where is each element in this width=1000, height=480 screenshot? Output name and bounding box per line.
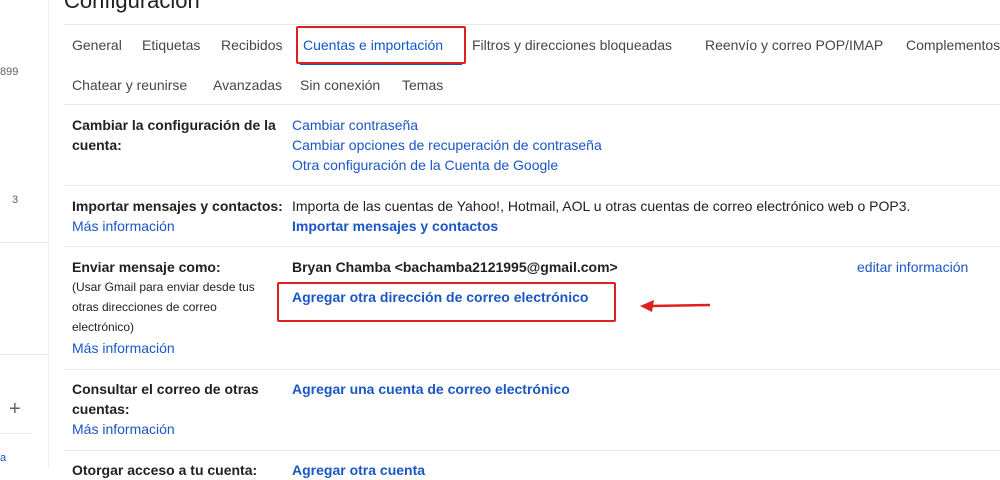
- tab-recibidos[interactable]: Recibidos: [221, 37, 282, 53]
- import-messages-contacts-link[interactable]: Importar mensajes y contactos: [292, 216, 498, 236]
- tab-reenvio-pop-imap[interactable]: Reenvío y correo POP/IMAP: [705, 37, 883, 53]
- import-description: Importa de las cuentas de Yahoo!, Hotmai…: [292, 198, 911, 214]
- annotation-highlight-box: [277, 282, 616, 322]
- edit-info-link[interactable]: editar información: [857, 257, 968, 277]
- folder-count: 899: [0, 66, 19, 78]
- change-recovery-options-link[interactable]: Cambiar opciones de recuperación de cont…: [292, 135, 602, 155]
- tab-chatear-reunirse[interactable]: Chatear y reunirse: [72, 77, 187, 93]
- tab-avanzadas[interactable]: Avanzadas: [213, 77, 282, 93]
- section-sublabel: electrónico): [72, 320, 135, 334]
- section-label-cambiar-cuenta: Cambiar la configuración de la cuenta:: [72, 117, 276, 153]
- learn-more-link[interactable]: Más información: [72, 338, 175, 358]
- sidebar-link[interactable]: a: [0, 452, 6, 464]
- folder-count: 3: [12, 194, 19, 206]
- divider: [0, 433, 32, 434]
- section-label-importar: Importar mensajes y contactos:: [72, 198, 283, 214]
- left-rail: 899 3 + a: [0, 0, 49, 468]
- tab-sin-conexion[interactable]: Sin conexión: [300, 77, 380, 93]
- google-account-settings-link[interactable]: Otra configuración de la Cuenta de Googl…: [292, 155, 558, 175]
- divider: [0, 354, 48, 355]
- learn-more-link[interactable]: Más información: [72, 216, 175, 236]
- divider: [64, 450, 1000, 451]
- tab-complementos[interactable]: Complementos: [906, 37, 1000, 53]
- tab-general[interactable]: General: [72, 37, 122, 53]
- annotation-highlight-box: [296, 26, 466, 64]
- divider: [64, 246, 1000, 247]
- add-email-account-link[interactable]: Agregar una cuenta de correo electrónico: [292, 379, 570, 399]
- add-another-account-link[interactable]: Agregar otra cuenta: [292, 460, 425, 480]
- tab-temas[interactable]: Temas: [402, 77, 443, 93]
- section-label-enviar-como: Enviar mensaje como:: [72, 259, 221, 275]
- section-label-consultar: Consultar el correo de otras cuentas:: [72, 381, 259, 417]
- send-as-identity: Bryan Chamba <bachamba2121995@gmail.com>: [292, 259, 618, 275]
- tab-etiquetas[interactable]: Etiquetas: [142, 37, 200, 53]
- section-sublabel: otras direcciones de correo: [72, 300, 217, 314]
- divider: [64, 104, 1000, 105]
- section-sublabel: (Usar Gmail para enviar desde tus: [72, 280, 255, 294]
- divider: [64, 185, 1000, 186]
- section-label-otorgar: Otorgar acceso a tu cuenta:: [72, 462, 258, 478]
- tab-filtros[interactable]: Filtros y direcciones bloqueadas: [472, 37, 672, 53]
- divider: [0, 242, 48, 243]
- divider: [64, 369, 1000, 370]
- page-title: Configuración: [64, 0, 200, 13]
- change-password-link[interactable]: Cambiar contraseña: [292, 115, 418, 135]
- divider: [64, 24, 1000, 25]
- add-icon[interactable]: +: [9, 398, 21, 421]
- annotation-arrow-icon: [640, 300, 711, 312]
- learn-more-link[interactable]: Más información: [72, 419, 175, 439]
